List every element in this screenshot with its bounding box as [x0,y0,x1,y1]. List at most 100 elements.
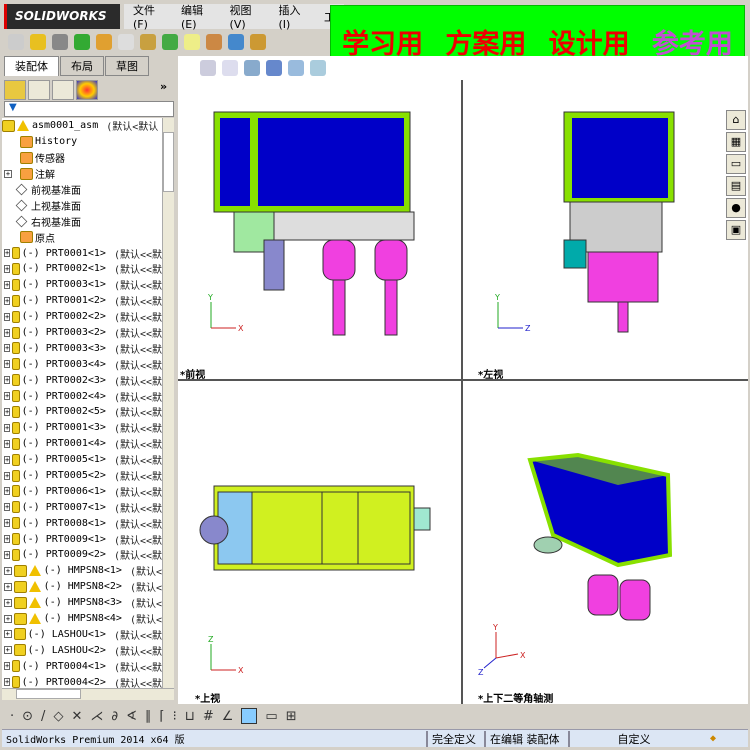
configuration-manager-icon[interactable] [52,80,74,100]
expand-icon[interactable]: + [4,455,11,464]
line-icon[interactable]: / [41,709,45,724]
tree-part-item[interactable]: + (-) HMPSN8<2> (默认< [2,579,162,595]
expand-icon[interactable]: + [4,566,12,575]
expand-icon[interactable]: + [4,169,12,178]
tree-part-item[interactable]: + (-) PRT0006<1> (默认<<默 [2,483,162,499]
tree-item[interactable]: +原点 [2,229,162,245]
gear-icon[interactable] [140,34,156,50]
view-palette-icon[interactable]: ▤ [726,176,746,196]
tree-item[interactable]: +History [2,134,162,150]
folder-icon[interactable]: ▭ [726,154,746,174]
tree-item[interactable]: + 注解 [2,166,162,182]
home-icon[interactable]: ⌂ [726,110,746,130]
extend-icon[interactable]: ⋌ [90,709,103,724]
expand-icon[interactable]: + [4,249,11,258]
expand-icon[interactable]: + [4,344,11,353]
menu-file[interactable]: 文件(F) [124,2,172,31]
expand-icon[interactable]: + [4,630,12,639]
3d-box-icon[interactable] [241,708,258,724]
tree-part-item[interactable]: + (-) PRT0009<2> (默认<<默 [2,547,162,563]
tree-horizontal-scrollbar[interactable] [2,688,174,700]
tree-part-item[interactable]: + (-) PRT0003<4> (默认<<默 [2,356,162,372]
tree-part-item[interactable]: + (-) PRT0003<2> (默认<<默 [2,325,162,341]
tree-part-item[interactable]: + (-) PRT0001<3> (默认<<默 [2,420,162,436]
angle-icon[interactable]: ∠ [222,709,234,724]
tree-part-item[interactable]: + (-) PRT0001<2> (默认<<默 [2,293,162,309]
new-icon[interactable] [8,34,24,50]
settings-icon[interactable] [206,34,222,50]
custom-properties-icon[interactable]: ▣ [726,220,746,240]
tree-part-item[interactable]: + (-) PRT0008<1> (默认<<默 [2,515,162,531]
menu-edit[interactable]: 编辑(E) [172,2,221,31]
expand-icon[interactable]: + [4,662,11,671]
previous-view-icon[interactable] [244,60,260,76]
tree-part-item[interactable]: + (-) PRT0002<3> (默认<<默 [2,372,162,388]
display-style-icon[interactable] [310,60,326,76]
tree-part-item[interactable]: + (-) PRT0007<1> (默认<<默 [2,499,162,515]
expand-icon[interactable]: + [4,503,11,512]
expand-icon[interactable]: + [4,296,11,305]
appearance-icon[interactable] [76,80,98,100]
mate-icon[interactable] [74,34,90,50]
chamfer-icon[interactable]: ∢ [126,709,137,724]
tree-part-item[interactable]: + (-) LASHOU<1> (默认<<默 [2,627,162,643]
window-icon[interactable]: ▭ [265,709,277,724]
expand-icon[interactable]: + [4,535,11,544]
tree-item[interactable]: +右视基准面 [2,213,162,229]
dimension-icon[interactable]: ⊔ [185,709,195,724]
tab-layout[interactable]: 布局 [60,56,104,76]
polygon-icon[interactable]: ◇ [53,709,63,724]
tree-item[interactable]: +传感器 [2,150,162,166]
window-icon[interactable] [228,34,244,50]
expand-icon[interactable]: + [4,312,11,321]
appearance-icon[interactable]: ● [726,198,746,218]
component-icon[interactable] [96,34,112,50]
expand-icon[interactable]: + [4,439,11,448]
tab-sketch[interactable]: 草图 [105,56,149,76]
expand-icon[interactable]: + [4,582,12,591]
tree-part-item[interactable]: + (-) PRT0005<2> (默认<<默 [2,468,162,484]
zoom-area-icon[interactable] [222,60,238,76]
expand-icon[interactable]: + [4,646,12,655]
zoom-fit-icon[interactable] [200,60,216,76]
section-view-icon[interactable] [266,60,282,76]
corner-icon[interactable]: ⌈ [159,709,164,724]
tree-part-item[interactable]: + (-) HMPSN8<3> (默认< [2,595,162,611]
menu-view[interactable]: 视图(V) [221,2,270,31]
centerline-icon[interactable]: ⁝ [173,709,177,724]
tree-part-item[interactable]: + (-) HMPSN8<4> (默认< [2,611,162,627]
tree-vertical-scrollbar[interactable] [162,118,174,688]
circle-icon[interactable]: ⊙ [22,709,33,724]
expand-icon[interactable]: + [4,280,11,289]
tree-part-item[interactable]: + (-) PRT0004<1> (默认<<默 [2,658,162,674]
offset-icon[interactable]: ∥ [145,709,152,724]
sparkle-icon[interactable] [184,34,200,50]
tree-part-item[interactable]: + (-) PRT0005<1> (默认<<默 [2,452,162,468]
fillet-icon[interactable]: ∂ [111,709,118,724]
expand-icon[interactable]: + [4,678,11,687]
expand-icon[interactable]: + [4,598,12,607]
tree-root[interactable]: asm0001_asm (默认<默认 [2,118,162,134]
table-icon[interactable]: ⊞ [286,709,297,724]
tree-item[interactable]: +上视基准面 [2,197,162,213]
expand-icon[interactable]: + [4,264,11,273]
property-manager-icon[interactable] [28,80,50,100]
move-icon[interactable] [118,34,134,50]
filter-input[interactable]: ▼ [4,101,174,117]
exploded-icon[interactable] [162,34,178,50]
expand-icon[interactable]: + [4,487,11,496]
tree-part-item[interactable]: + (-) PRT0003<3> (默认<<默 [2,340,162,356]
expand-icon[interactable]: + [4,407,11,416]
open-icon[interactable] [30,34,46,50]
tree-part-item[interactable]: + (-) PRT0003<1> (默认<<默 [2,277,162,293]
tree-item[interactable]: +前视基准面 [2,182,162,198]
point-icon[interactable]: · [10,709,14,724]
expand-icon[interactable]: + [4,392,11,401]
tree-part-item[interactable]: + (-) PRT0002<1> (默认<<默 [2,261,162,277]
expand-icon[interactable]: + [4,519,11,528]
feature-manager-icon[interactable] [4,80,26,100]
tree-part-item[interactable]: + (-) PRT0002<2> (默认<<默 [2,309,162,325]
tree-part-item[interactable]: + (-) PRT0004<2> (默认<<默 [2,674,162,688]
grid-icon[interactable]: # [203,709,214,724]
expand-chevron-icon[interactable]: » [160,80,167,100]
